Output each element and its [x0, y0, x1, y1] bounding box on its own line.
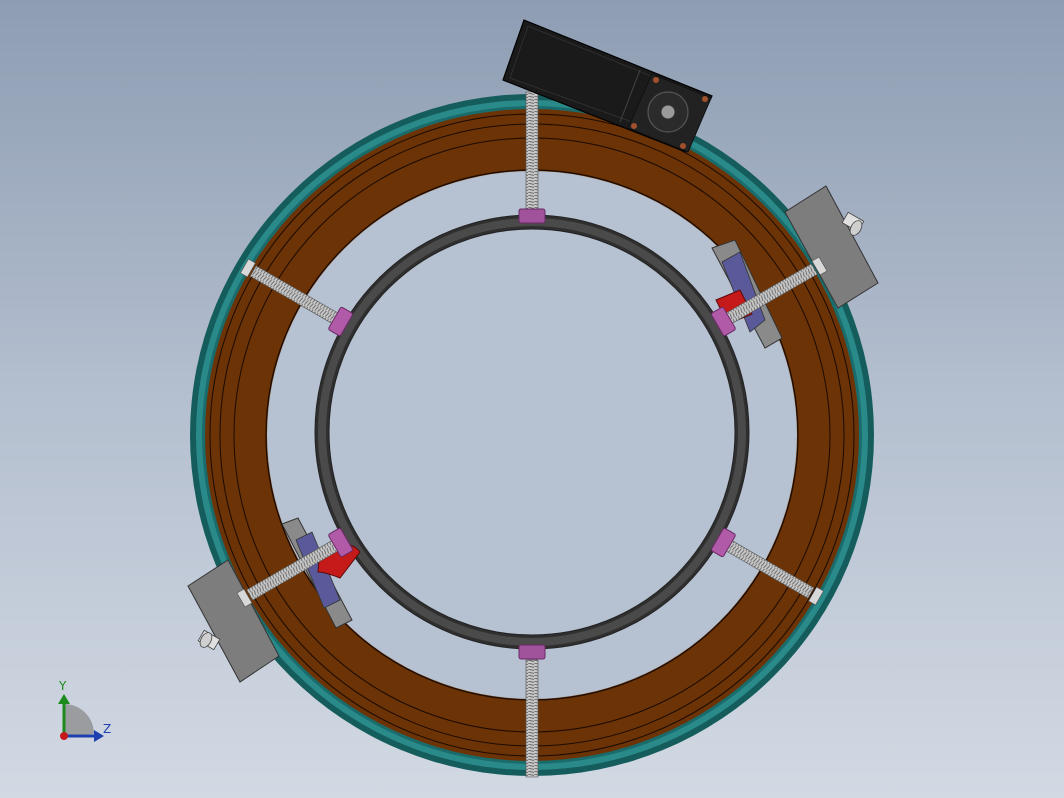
- assembly-drawing[interactable]: [0, 0, 1064, 798]
- coordinate-triad: [58, 694, 104, 742]
- z-axis-label: Z: [103, 722, 112, 736]
- cad-viewport[interactable]: Y Z: [0, 0, 1064, 798]
- y-axis-label: Y: [59, 679, 67, 693]
